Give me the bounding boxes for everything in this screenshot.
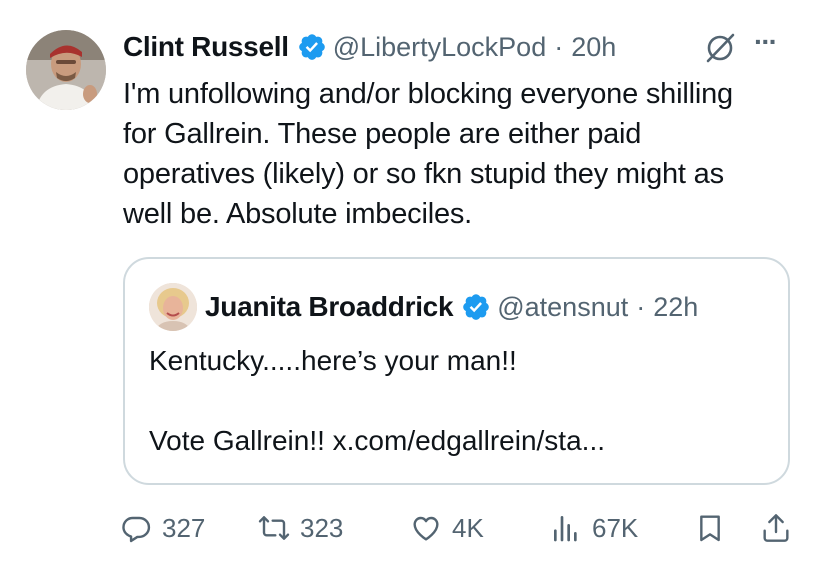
reply-icon: [122, 516, 151, 543]
reply-button[interactable]: 327: [120, 508, 205, 548]
more-icon[interactable]: ···: [754, 28, 790, 62]
quote-timestamp[interactable]: 22h: [653, 292, 698, 323]
quote-separator-dot: ·: [636, 291, 646, 322]
views-count: 67K: [592, 512, 639, 543]
author-name[interactable]: Clint Russell: [123, 31, 289, 63]
quote-avatar-image: [149, 283, 197, 331]
views-button[interactable]: 67K: [550, 508, 638, 548]
action-bar: 327 323 4K 67K: [120, 508, 810, 548]
timestamp[interactable]: 20h: [571, 32, 616, 63]
tweet-text: I'm unfollowing and/or blocking everyone…: [123, 78, 733, 230]
share-icon: [763, 514, 789, 542]
like-icon: [413, 516, 439, 541]
quoted-tweet[interactable]: Juanita Broaddrick @atensnut · 22h Kentu…: [123, 257, 790, 485]
bookmark-button[interactable]: [694, 508, 736, 548]
author-avatar-image: [26, 30, 106, 110]
verified-badge-icon[interactable]: [461, 292, 491, 322]
repost-count: 323: [300, 512, 344, 543]
quote-text: Kentucky.....here’s your man!! Vote Gall…: [149, 345, 605, 456]
tweet-header: Clint Russell @LibertyLockPod · 20h: [123, 29, 616, 65]
grok-icon[interactable]: [702, 30, 738, 66]
repost-button[interactable]: 323: [258, 508, 343, 548]
quote-author-name[interactable]: Juanita Broaddrick: [205, 291, 454, 323]
author-handle[interactable]: @LibertyLockPod: [333, 32, 547, 63]
bookmark-icon: [700, 515, 720, 542]
verified-badge-icon[interactable]: [297, 32, 327, 62]
views-icon: [554, 516, 577, 542]
reply-count: 327: [162, 512, 206, 543]
quote-author-avatar: [149, 283, 197, 331]
repost-icon: [258, 516, 290, 540]
like-count: 4K: [452, 512, 484, 543]
share-button[interactable]: [760, 508, 802, 548]
separator-dot: ·: [554, 31, 564, 62]
quote-header: Juanita Broaddrick @atensnut · 22h: [205, 287, 698, 327]
like-button[interactable]: 4K: [410, 508, 484, 548]
quote-author-handle[interactable]: @atensnut: [497, 292, 628, 323]
author-avatar[interactable]: [26, 30, 106, 110]
